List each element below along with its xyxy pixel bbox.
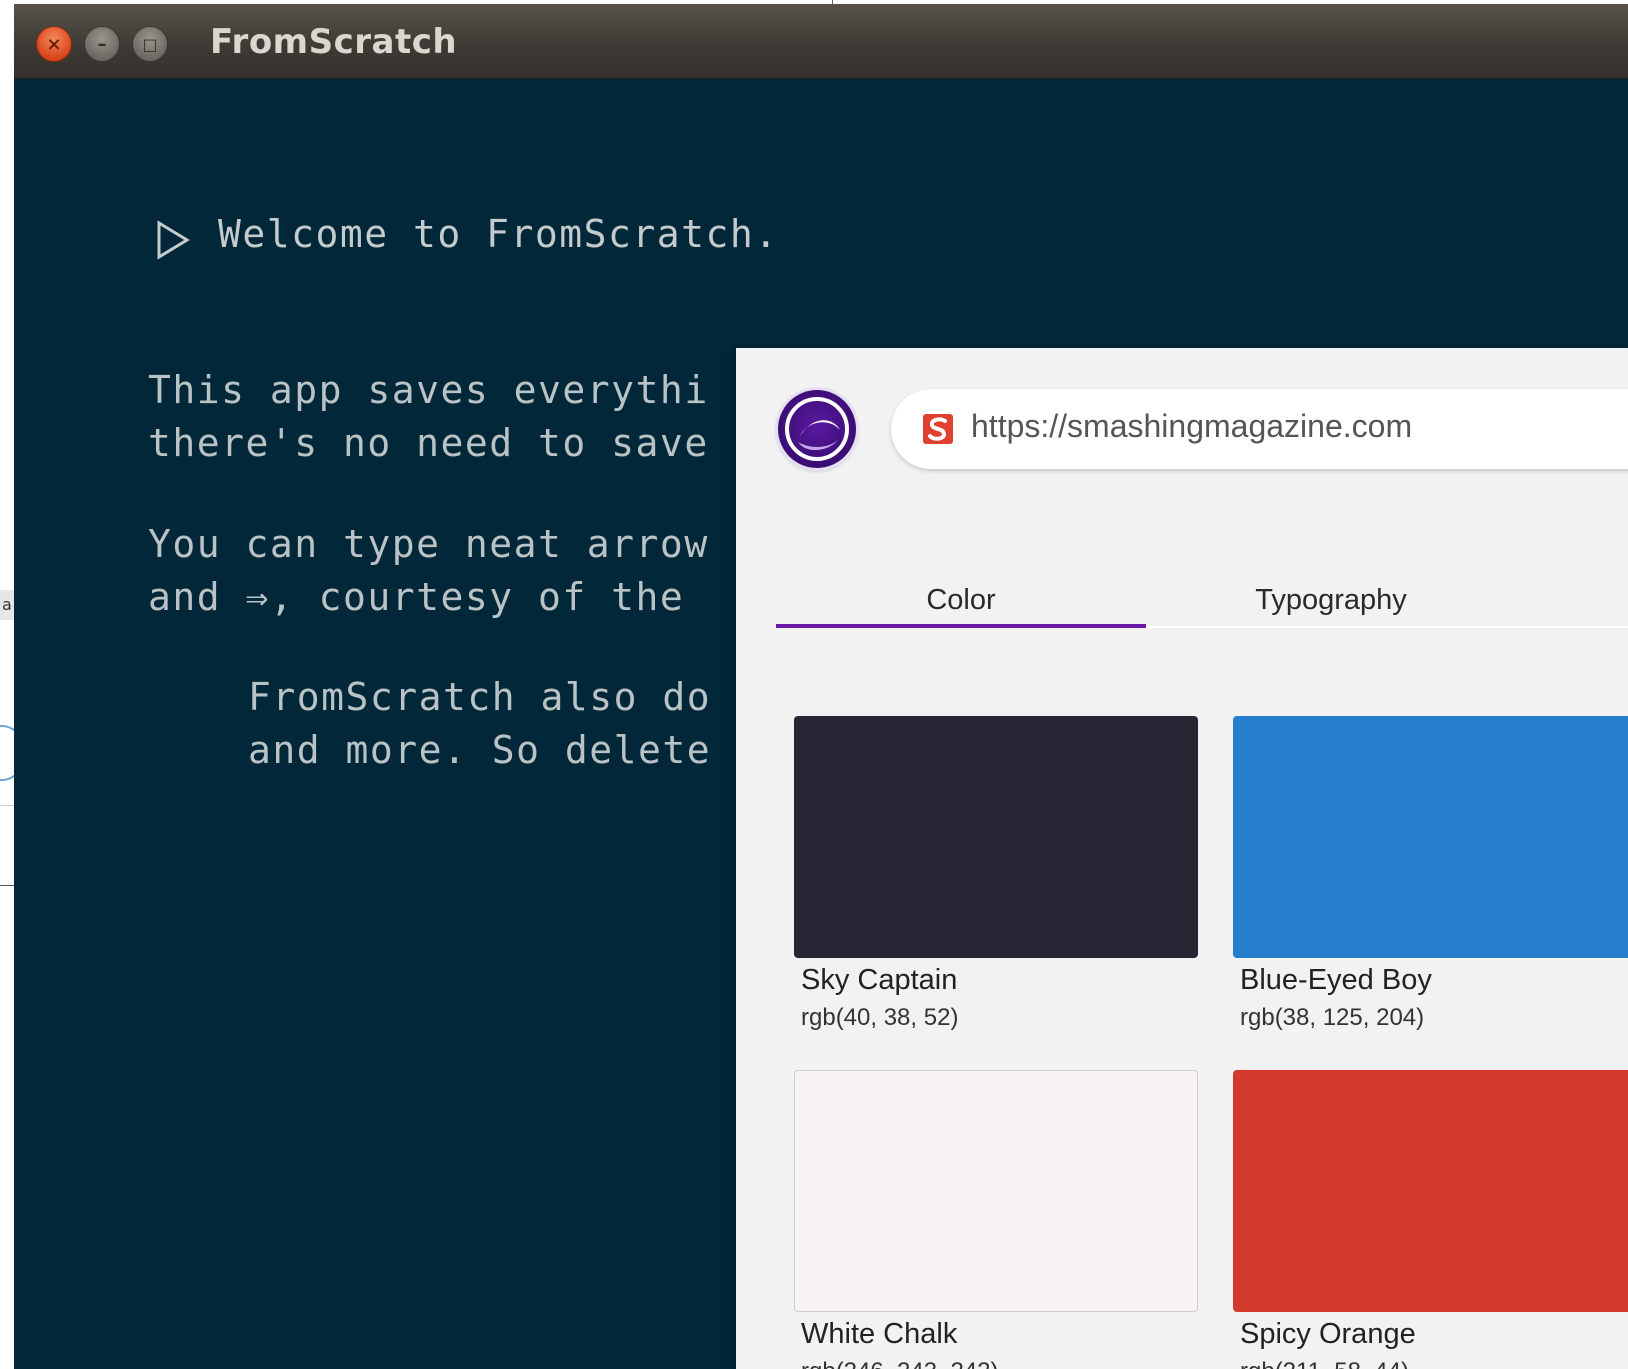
color-swatch-card[interactable]: Blue-Eyed Boy rgb(38, 125, 204) <box>1233 716 1628 1031</box>
close-icon: × <box>46 33 62 55</box>
color-extension-panel: https://smashingmagazine.com Color Typog… <box>736 348 1628 1369</box>
close-window-button[interactable]: × <box>36 26 72 62</box>
swatch-name: Sky Captain <box>801 964 958 996</box>
maximize-window-button[interactable]: □ <box>132 26 168 62</box>
swatch-rgb-value: rgb(211, 58, 44) <box>1240 1358 1409 1369</box>
color-swatch[interactable] <box>1233 1070 1628 1312</box>
window-titlebar[interactable]: × – □ FromScratch <box>14 4 1628 78</box>
swatch-name: Blue-Eyed Boy <box>1240 964 1432 996</box>
color-swatch[interactable] <box>794 716 1198 958</box>
welcome-heading: Welcome to FromScratch. <box>218 212 779 256</box>
note-paragraph: You can type neat arrow and ⇒, courtesy … <box>148 522 709 619</box>
tab-bar: Color Typography <box>776 580 1628 628</box>
color-swatch-card[interactable]: Sky Captain rgb(40, 38, 52) <box>794 716 1198 1031</box>
color-swatch-card[interactable]: White Chalk rgb(246, 243, 242) <box>794 1070 1198 1369</box>
minimize-icon: – <box>97 33 107 55</box>
swatch-rgb-value: rgb(38, 125, 204) <box>1240 1004 1425 1031</box>
smashing-magazine-favicon-icon <box>923 414 953 444</box>
url-text: https://smashingmagazine.com <box>971 408 1413 444</box>
note-paragraph: This app saves everythi there's no need … <box>148 368 709 465</box>
url-bar[interactable]: https://smashingmagazine.com <box>891 389 1628 469</box>
window-title: FromScratch <box>210 22 458 62</box>
maximize-icon: □ <box>142 34 158 54</box>
minimize-window-button[interactable]: – <box>84 26 120 62</box>
background-text-fragment: a <box>0 590 14 620</box>
background-divider <box>0 805 14 806</box>
tab-typography[interactable]: Typography <box>1146 580 1516 626</box>
moon-logo-icon <box>785 397 849 461</box>
desktop-background <box>0 0 14 1369</box>
swatch-rgb-value: rgb(40, 38, 52) <box>801 1004 959 1031</box>
color-swatch[interactable] <box>794 1070 1198 1312</box>
extension-logo-icon[interactable] <box>778 390 856 468</box>
tab-color[interactable]: Color <box>776 580 1146 628</box>
background-divider <box>0 885 14 886</box>
color-swatch-card[interactable]: Spicy Orange rgb(211, 58, 44) <box>1233 1070 1628 1369</box>
swatch-rgb-value: rgb(246, 243, 242) <box>801 1358 998 1369</box>
play-triangle-icon <box>157 220 190 260</box>
color-swatch[interactable] <box>1233 716 1628 958</box>
note-paragraph: FromScratch also do and more. So delete <box>248 675 712 772</box>
swatch-name: Spicy Orange <box>1240 1318 1416 1350</box>
swatch-name: White Chalk <box>801 1318 958 1350</box>
